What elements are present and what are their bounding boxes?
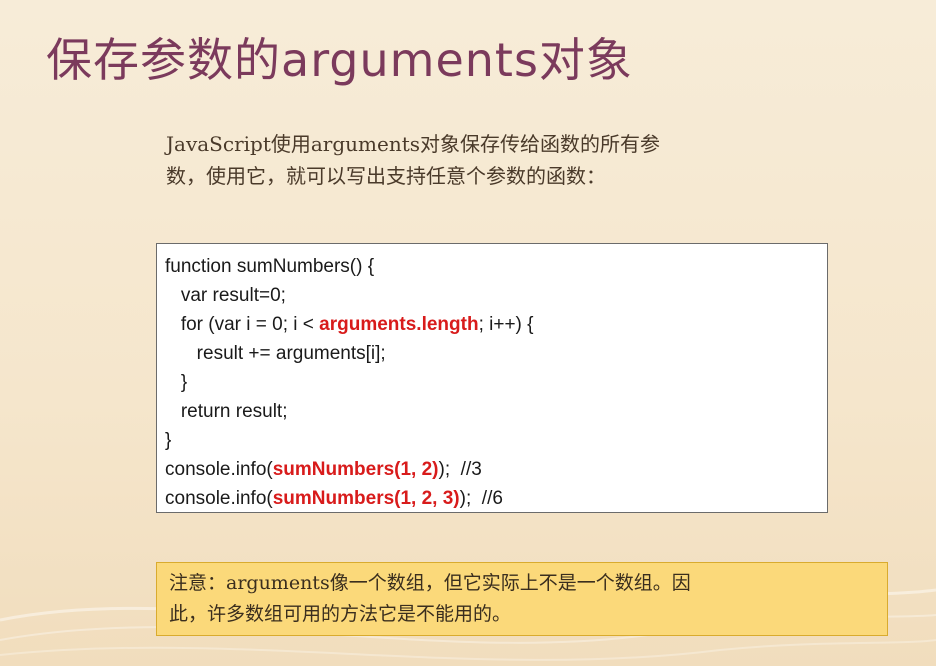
code-line: console.info(sumNumbers(1, 2)); //3	[165, 455, 819, 484]
code-line: for (var i = 0; i < arguments.length; i+…	[165, 310, 819, 339]
code-line: console.info(sumNumbers(1, 2, 3)); //6	[165, 484, 819, 513]
code-text: ); //3	[438, 459, 482, 480]
slide-title: 保存参数的arguments对象	[46, 33, 633, 87]
code-line: }	[165, 430, 172, 451]
code-text: for (var i = 0; i <	[165, 314, 320, 335]
code-text: console.info(	[165, 459, 273, 480]
code-text: console.info(	[165, 488, 273, 509]
code-line: result += arguments[i];	[165, 343, 386, 364]
code-text: ; i++) {	[478, 314, 534, 335]
intro-paragraph: JavaScript使用arguments对象保存传给函数的所有参 数，使用它，…	[166, 128, 806, 192]
code-highlight: sumNumbers(1, 2)	[272, 459, 439, 480]
note-line-1: 注意：arguments像一个数组，但它实际上不是一个数组。因	[169, 572, 691, 594]
intro-line-2: 数，使用它，就可以写出支持任意个参数的函数：	[166, 164, 606, 188]
code-line: var result=0;	[165, 285, 286, 306]
note-line-2: 此，许多数组可用的方法它是不能用的。	[169, 603, 512, 625]
intro-line-1: JavaScript使用arguments对象保存传给函数的所有参	[166, 132, 661, 156]
code-text: ); //6	[459, 488, 503, 509]
code-line: }	[165, 372, 188, 393]
code-highlight: arguments.length	[319, 314, 479, 335]
code-line: function sumNumbers() {	[165, 256, 375, 277]
note-callout: 注意：arguments像一个数组，但它实际上不是一个数组。因 此，许多数组可用…	[156, 562, 888, 636]
code-highlight: sumNumbers(1, 2, 3)	[272, 488, 460, 509]
code-block: function sumNumbers() { var result=0; fo…	[156, 243, 828, 513]
code-line: return result;	[165, 401, 288, 422]
